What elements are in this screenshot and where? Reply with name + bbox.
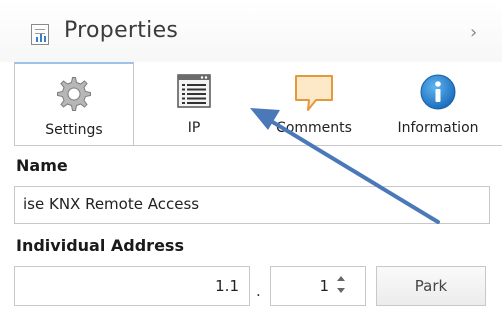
address-area-input[interactable]: 1.1 <box>14 266 250 306</box>
list-window-icon <box>177 74 211 112</box>
tab-settings[interactable]: Settings <box>14 62 134 146</box>
name-label: Name <box>16 156 68 175</box>
speech-bubble-icon <box>294 74 334 116</box>
name-field[interactable]: ise KNX Remote Access <box>14 186 490 224</box>
tab-ip-label: IP <box>187 120 201 136</box>
info-icon <box>420 74 456 114</box>
tab-comments[interactable]: Comments <box>254 62 374 146</box>
panel-header: Properties › <box>0 0 502 62</box>
address-separator: . <box>256 282 261 300</box>
stepper-up-icon[interactable] <box>337 276 345 281</box>
properties-panel: Properties › Settings IP Comments Inform… <box>0 0 502 315</box>
tab-divider <box>14 145 502 146</box>
tab-settings-label: Settings <box>45 122 103 138</box>
gear-icon <box>56 76 92 116</box>
stepper-arrows[interactable] <box>337 270 351 300</box>
tab-comments-label: Comments <box>276 120 352 136</box>
tab-information-label: Information <box>397 120 479 136</box>
individual-address-label: Individual Address <box>16 236 184 255</box>
panel-title: Properties <box>64 18 179 43</box>
tab-ip[interactable]: IP <box>134 62 254 146</box>
tab-strip: Settings IP Comments Information <box>14 62 502 146</box>
park-button[interactable]: Park <box>376 266 486 306</box>
device-address-stepper[interactable]: 1 <box>270 266 366 306</box>
tab-information[interactable]: Information <box>374 62 502 146</box>
chevron-right-icon[interactable]: › <box>470 22 477 43</box>
properties-icon <box>31 24 49 45</box>
stepper-down-icon[interactable] <box>337 288 345 293</box>
